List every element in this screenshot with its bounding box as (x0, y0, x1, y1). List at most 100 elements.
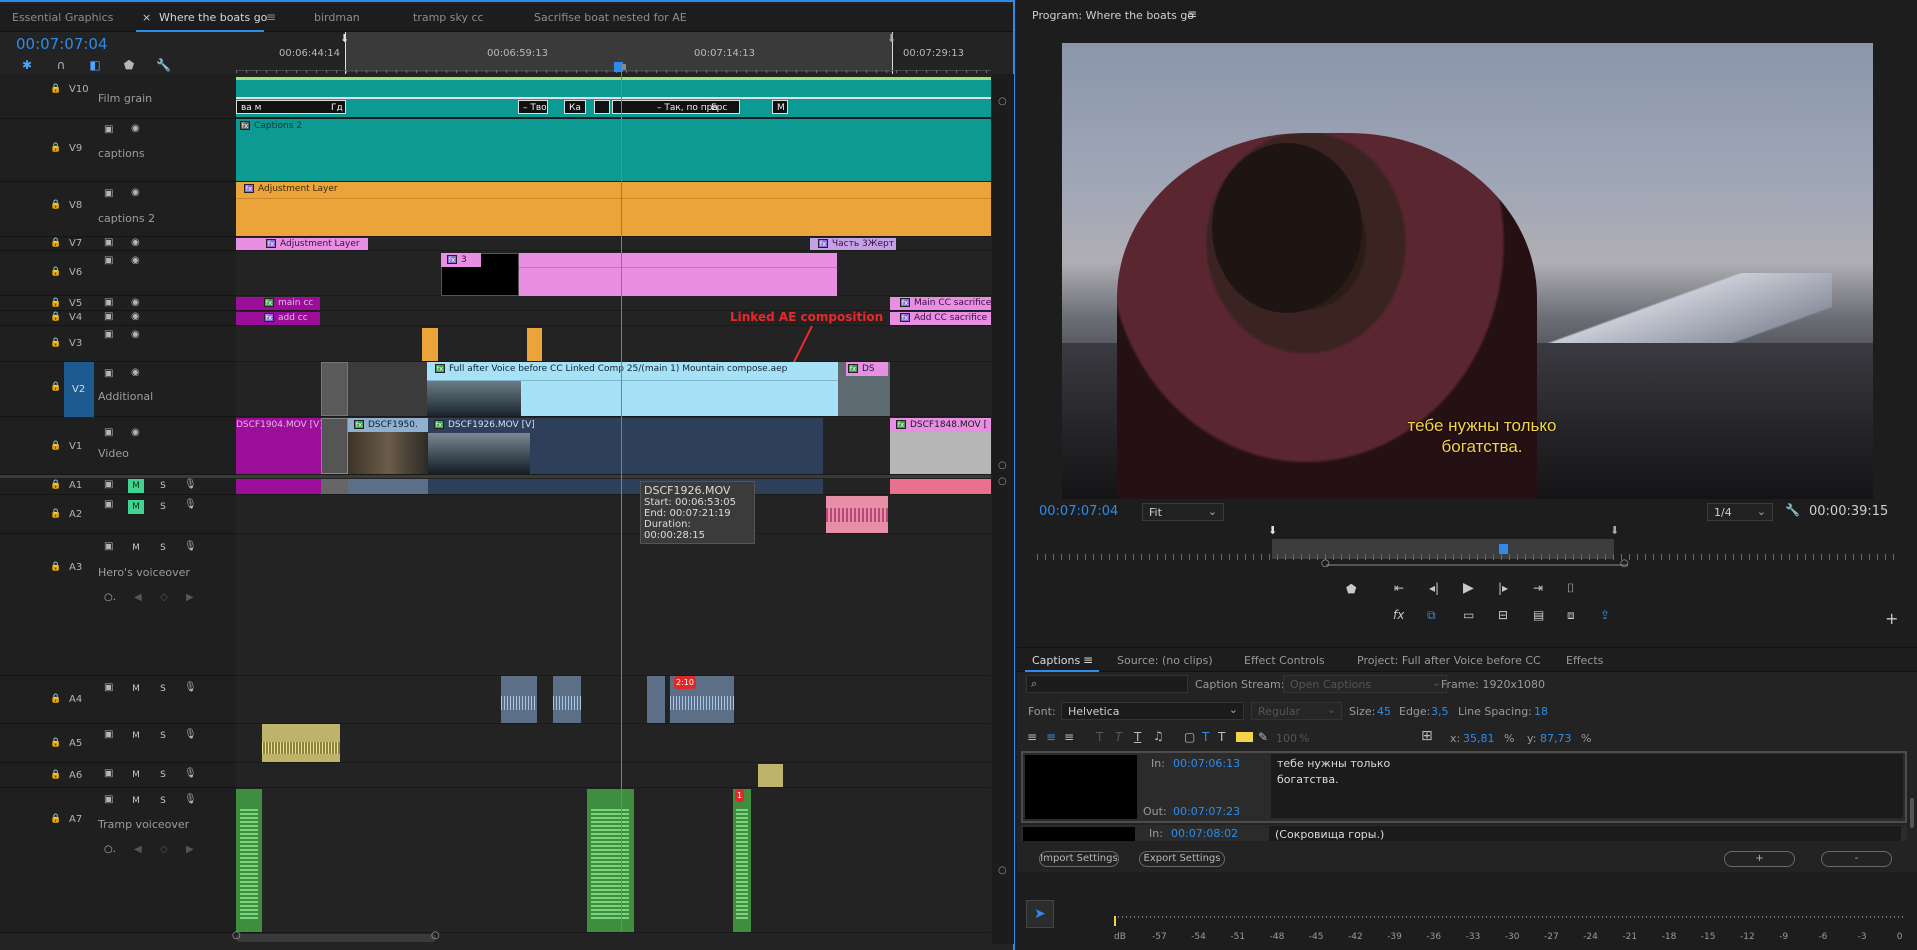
tab-birdman[interactable]: birdman (314, 11, 360, 24)
mic-icon[interactable]: 🎙 (184, 768, 197, 779)
menu-icon[interactable]: ≡ (1083, 653, 1093, 667)
insert-icon[interactable]: ◧ (88, 58, 102, 72)
lock-icon[interactable]: 🔒 (50, 814, 61, 824)
eye-icon[interactable]: ◉ (131, 311, 140, 322)
scroll-handle-icon[interactable]: ○ (431, 930, 440, 941)
solo-button[interactable]: S (155, 794, 171, 808)
time-ruler[interactable]: ⬇ ⬇ 00:06:44:14 00:06:59:13 00:07:14:13 … (236, 32, 991, 74)
go-to-out-icon[interactable]: ⇥ (1533, 581, 1543, 595)
mute-button[interactable]: M (128, 794, 144, 808)
style-dropdown[interactable]: Regular ⌄ (1251, 702, 1342, 720)
lock-icon[interactable]: 🔒 (50, 238, 61, 248)
adjustment-layer-clip[interactable]: fx Adjustment Layer (236, 182, 991, 236)
solo-button[interactable]: S (155, 682, 171, 696)
grey-clip[interactable] (321, 362, 348, 416)
selection-tool[interactable]: ➤ (1026, 900, 1054, 928)
vr-icon[interactable]: ⊟ (1498, 608, 1508, 622)
edge-color-icon[interactable]: T (1218, 730, 1225, 744)
lock-icon[interactable]: 🔒 (50, 84, 61, 94)
safe-margins-icon[interactable]: ▭ (1463, 608, 1474, 622)
out-point-icon[interactable]: ⬇ (887, 32, 896, 45)
audio-clip[interactable] (501, 676, 537, 723)
go-to-in-icon[interactable]: ⇤ (1394, 581, 1404, 595)
lane-a4[interactable] (236, 676, 991, 724)
volume-knob-icon[interactable]: ○. (104, 844, 116, 855)
opacity-value[interactable]: 100 (1276, 732, 1297, 745)
next-keyframe-icon[interactable]: ▶ (186, 844, 194, 855)
font-dropdown[interactable]: Helvetica ⌄ (1061, 702, 1244, 720)
caption-clip[interactable]: Ка (564, 100, 586, 114)
mute-button[interactable]: M (128, 479, 144, 493)
film-icon[interactable]: ▣ (104, 541, 113, 552)
comparison-icon[interactable]: ⧉ (1427, 608, 1436, 623)
fx-icon[interactable]: fx (1393, 608, 1404, 622)
tab-tramp-sky-cc[interactable]: tramp sky cc (413, 11, 484, 24)
step-back-icon[interactable]: ◂| (1429, 581, 1439, 595)
audio-clip[interactable] (428, 479, 823, 494)
dscf1950-clip[interactable]: fx DSCF1950. (348, 418, 428, 474)
out-marker-icon[interactable]: ⬇ (1610, 524, 1619, 537)
main-cc-sacrifice-clip[interactable]: fx Main CC sacrifice (890, 297, 991, 310)
lane-a6[interactable] (236, 763, 991, 788)
export-frame-icon[interactable]: ⇪ (1600, 608, 1610, 622)
eye-icon[interactable]: ◉ (131, 187, 140, 198)
ds-clip[interactable]: fx DS (838, 362, 890, 416)
caption-clip[interactable]: М (772, 100, 788, 114)
add-keyframe-icon[interactable]: ◇ (160, 592, 168, 603)
film-icon[interactable]: ▣ (104, 297, 113, 308)
caption-list-scrollbar[interactable] (1910, 798, 1914, 828)
film-icon[interactable]: ▣ (104, 188, 113, 199)
line-spacing-value[interactable]: 18 (1534, 705, 1548, 718)
edge-value[interactable]: 3,5 (1431, 705, 1449, 718)
mute-button[interactable]: M (128, 729, 144, 743)
mic-icon[interactable]: 🎙 (184, 794, 197, 805)
captions-2-clip[interactable]: fx Captions 2 (236, 119, 991, 181)
zoom-handle-icon[interactable]: ○ (1620, 558, 1629, 569)
lock-icon[interactable]: 🔒 (50, 382, 61, 392)
caption-clip[interactable] (594, 100, 610, 114)
caption-out-time[interactable]: 00:07:07:23 (1173, 805, 1240, 818)
film-icon[interactable]: ▣ (104, 124, 113, 135)
fit-dropdown[interactable]: Fit ⌄ (1142, 503, 1224, 521)
vertical-scrollbar[interactable]: ○ ○ ○ ○ (992, 74, 1014, 944)
dscf1904-clip[interactable]: DSCF1904.MOV [V] (236, 418, 321, 474)
caption-stream-dropdown[interactable]: Open Captions ⌄ (1283, 675, 1447, 693)
program-timecode[interactable]: 00:07:07:04 (1039, 504, 1118, 519)
lane-v5[interactable] (236, 296, 991, 311)
align-right-icon[interactable]: ≡ (1064, 730, 1074, 744)
add-button-icon[interactable]: + (1885, 609, 1898, 628)
film-icon[interactable]: ▣ (104, 499, 113, 510)
eye-icon[interactable]: ◉ (131, 255, 140, 266)
part3-clip[interactable]: fx Часть 3Жерт (810, 238, 896, 250)
audio-clip[interactable] (553, 676, 581, 723)
solo-button[interactable]: S (155, 500, 171, 514)
caption-clip[interactable]: – Тво (518, 100, 548, 114)
import-settings-button[interactable]: Import Settings (1039, 851, 1119, 867)
close-icon[interactable]: × (142, 11, 151, 24)
audio-clip[interactable]: 1 (733, 789, 751, 932)
mute-button[interactable]: M (128, 682, 144, 696)
lock-icon[interactable]: 🔒 (50, 770, 61, 780)
caption-in-time[interactable]: 00:07:08:02 (1171, 827, 1238, 840)
marker-icon[interactable]: ⬟ (122, 58, 136, 72)
align-center-icon[interactable]: ≡ (1046, 730, 1056, 744)
caption-clip[interactable]: – Так, по пра Ерс (612, 100, 740, 114)
orange-clip[interactable] (527, 328, 542, 361)
prev-keyframe-icon[interactable]: ◀ (134, 844, 142, 855)
mute-button[interactable]: M (128, 500, 144, 514)
film-icon[interactable]: ▣ (104, 329, 113, 340)
audio-clip[interactable] (647, 676, 665, 723)
orange-clip[interactable] (422, 328, 438, 361)
tab-sacrifise-boat[interactable]: Sacrifise boat nested for AE (534, 11, 687, 24)
add-marker-icon[interactable]: ⬟ (1346, 582, 1356, 596)
mic-icon[interactable]: 🎙 (184, 682, 197, 693)
audio-clip[interactable] (321, 479, 348, 494)
audio-clip[interactable] (236, 479, 321, 494)
film-icon[interactable]: ▣ (104, 237, 113, 248)
next-keyframe-icon[interactable]: ▶ (186, 592, 194, 603)
add-caption-button[interactable]: + (1724, 851, 1795, 867)
audio-clip[interactable] (826, 496, 888, 533)
tab-effects[interactable]: Effects (1566, 654, 1603, 667)
wrench-icon[interactable]: 🔧 (156, 58, 171, 72)
music-icon[interactable]: ♫ (1153, 729, 1164, 743)
